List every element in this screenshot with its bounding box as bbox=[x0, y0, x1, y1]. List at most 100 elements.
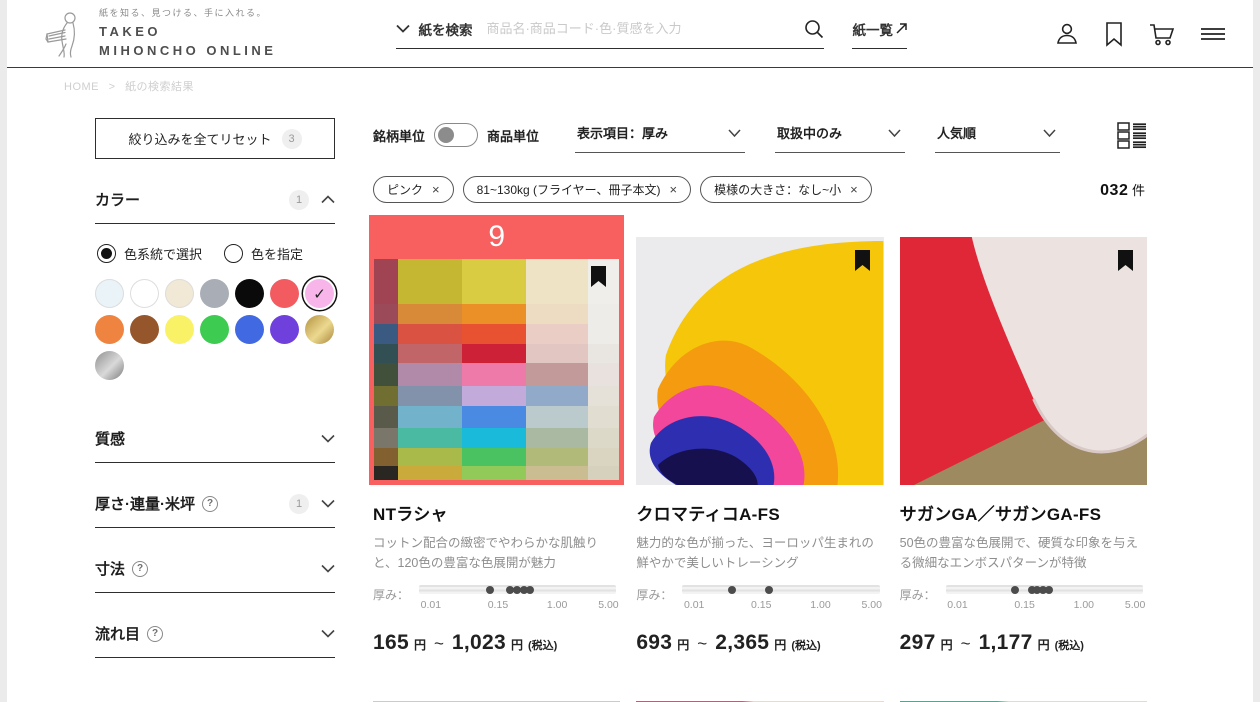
filter-section-thickness[interactable]: 厚さ·連量·米坪 ? 1 bbox=[95, 493, 335, 528]
color-swatch-black[interactable] bbox=[235, 279, 264, 308]
bookmark-filled-icon[interactable] bbox=[1116, 249, 1135, 277]
thickness-label: 厚み： bbox=[900, 585, 936, 603]
thickness-slider bbox=[419, 585, 616, 594]
product-title[interactable]: クロマティコA-FS bbox=[636, 500, 883, 525]
color-swatch-red[interactable] bbox=[270, 279, 299, 308]
search-area: 紙を検索 紙一覧 bbox=[396, 19, 907, 49]
filter-section-texture[interactable]: 質感 bbox=[95, 428, 335, 463]
paper-list-link[interactable]: 紙一覧 bbox=[852, 19, 907, 49]
price: 297円 ~ 1,177円 (税込) bbox=[900, 631, 1147, 655]
breadcrumb-home[interactable]: HOME bbox=[64, 81, 99, 93]
product-card[interactable]: サガンGA／サガンGA-FS 50色の豊富な色展開で、硬質な印象を与える微細なエ… bbox=[900, 237, 1147, 655]
dropdown-display-item[interactable]: 表示項目：厚み bbox=[575, 120, 745, 153]
slider-tick-label: 1.00 bbox=[1074, 599, 1094, 611]
filter-section-grain[interactable]: 流れ目 ? bbox=[95, 623, 335, 658]
remove-chip-icon[interactable]: × bbox=[432, 182, 440, 197]
chevron-down-icon[interactable] bbox=[396, 24, 410, 33]
slider-tick-label: 0.15 bbox=[1014, 599, 1034, 611]
reset-filters-button[interactable]: 絞り込みを全てリセット 3 bbox=[95, 118, 335, 159]
bookmark-filled-icon[interactable] bbox=[853, 249, 872, 277]
chevron-down-icon bbox=[321, 629, 335, 638]
color-swatch-pink[interactable]: ✓ bbox=[305, 279, 334, 308]
filter-chip[interactable]: ピンク× bbox=[373, 176, 454, 203]
price: 693円 ~ 2,365円 (税込) bbox=[636, 631, 883, 655]
slider-dot bbox=[1011, 586, 1019, 594]
radio-color-specify[interactable]: 色を指定 bbox=[224, 244, 303, 263]
color-swatch-silver[interactable] bbox=[95, 351, 124, 380]
search-category-label[interactable]: 紙を検索 bbox=[418, 19, 472, 39]
dropdown-sort[interactable]: 人気順 bbox=[935, 120, 1060, 153]
bookmark-filled-icon[interactable] bbox=[589, 265, 608, 293]
product-title[interactable]: サガンGA／サガンGA-FS bbox=[900, 500, 1147, 525]
check-icon: ✓ bbox=[305, 279, 334, 308]
unit-toggle-switch[interactable] bbox=[434, 123, 478, 147]
thickness-label: 厚み： bbox=[636, 585, 672, 603]
radio-unselected-icon bbox=[224, 244, 243, 263]
external-arrow-icon bbox=[896, 23, 907, 34]
menu-icon[interactable] bbox=[1199, 23, 1227, 45]
product-image[interactable] bbox=[636, 237, 883, 485]
filter-chip[interactable]: 81~130kg (フライヤー、冊子本文)× bbox=[463, 176, 692, 203]
cart-icon[interactable] bbox=[1148, 21, 1176, 47]
chevron-down-icon bbox=[1043, 129, 1056, 137]
breadcrumb: HOME > 紙の検索結果 bbox=[7, 68, 1253, 94]
filter-section-color[interactable]: カラー 1 bbox=[95, 189, 335, 224]
color-swatch-gold[interactable] bbox=[305, 315, 334, 344]
search-input[interactable] bbox=[486, 21, 804, 36]
thickness-slider bbox=[946, 585, 1143, 594]
dropdown-in-stock[interactable]: 取扱中のみ bbox=[775, 120, 905, 153]
site-logo[interactable]: 紙を知る、見つける、手に入れる。 TAKEO MIHONCHO ONLINE bbox=[37, 6, 276, 61]
search-icon[interactable] bbox=[804, 19, 824, 39]
color-swatch-gray[interactable] bbox=[200, 279, 229, 308]
slider-tick-label: 0.01 bbox=[421, 599, 441, 611]
filter-section-size[interactable]: 寸法 ? bbox=[95, 558, 335, 593]
site-header: 紙を知る、見つける、手に入れる。 TAKEO MIHONCHO ONLINE 紙… bbox=[7, 0, 1253, 68]
product-image[interactable] bbox=[900, 237, 1147, 485]
color-swatch-brown[interactable] bbox=[130, 315, 159, 344]
color-swatch-yellow[interactable] bbox=[165, 315, 194, 344]
slider-dot bbox=[526, 586, 534, 594]
filter-chip[interactable]: 模様の大きさ：なし~小× bbox=[700, 176, 872, 203]
help-icon[interactable]: ? bbox=[202, 496, 218, 512]
account-icon[interactable] bbox=[1054, 21, 1080, 47]
slider-tick-label: 0.01 bbox=[684, 599, 704, 611]
product-image[interactable]: 9 bbox=[373, 237, 620, 485]
logo-illustration bbox=[37, 8, 89, 60]
product-card[interactable]: クロマティコA-FS 魅力的な色が揃った、ヨーロッパ生まれの鮮やかで美しいトレー… bbox=[636, 237, 883, 655]
slider-tick-label: 5.00 bbox=[862, 599, 882, 611]
slider-tick-label: 5.00 bbox=[1125, 599, 1145, 611]
logo-tagline: 紙を知る、見つける、手に入れる。 bbox=[99, 6, 276, 19]
help-icon[interactable]: ? bbox=[147, 626, 163, 642]
color-swatch-cream[interactable] bbox=[165, 279, 194, 308]
paper-sheets-photo bbox=[900, 237, 1147, 485]
brand-line-2: MIHONCHO ONLINE bbox=[99, 42, 276, 61]
results-main: 銘柄単位 商品単位 表示項目：厚み 取扱中のみ 人 bbox=[373, 112, 1147, 702]
slider-tick-label: 0.15 bbox=[751, 599, 771, 611]
color-swatch-green[interactable] bbox=[200, 315, 229, 344]
radio-color-family[interactable]: 色系統で選択 bbox=[97, 244, 202, 263]
slider-dot bbox=[728, 586, 736, 594]
product-card[interactable]: 9 NTラシャ コットン配合の緻密でやわらかな肌触りと、120色の豊富な色展開が… bbox=[373, 237, 620, 655]
chevron-down-icon bbox=[321, 499, 335, 508]
color-swatch-grid: ✓ bbox=[95, 279, 335, 380]
help-icon[interactable]: ? bbox=[132, 561, 148, 577]
remove-chip-icon[interactable]: × bbox=[850, 182, 858, 197]
color-swatch-blue[interactable] bbox=[235, 315, 264, 344]
color-swatch-white[interactable] bbox=[130, 279, 159, 308]
breadcrumb-current: 紙の検索結果 bbox=[125, 81, 194, 93]
slider-dot bbox=[765, 586, 773, 594]
price: 165円 ~ 1,023円 (税込) bbox=[373, 631, 620, 655]
product-description: 魅力的な色が揃った、ヨーロッパ生まれの鮮やかで美しいトレーシング bbox=[636, 533, 883, 573]
color-swatch-pale-blue[interactable] bbox=[95, 279, 124, 308]
brand-line-1: TAKEO bbox=[99, 23, 276, 42]
slider-tick-label: 0.15 bbox=[488, 599, 508, 611]
remove-chip-icon[interactable]: × bbox=[670, 182, 678, 197]
product-title[interactable]: NTラシャ bbox=[373, 500, 620, 525]
thickness-slider bbox=[682, 585, 879, 594]
unit-brand-label: 銘柄単位 bbox=[373, 126, 425, 145]
color-swatch-purple[interactable] bbox=[270, 315, 299, 344]
list-view-icon[interactable] bbox=[1117, 120, 1147, 154]
bookmark-icon[interactable] bbox=[1103, 21, 1125, 47]
color-swatch-orange[interactable] bbox=[95, 315, 124, 344]
unit-product-label: 商品単位 bbox=[487, 126, 539, 145]
